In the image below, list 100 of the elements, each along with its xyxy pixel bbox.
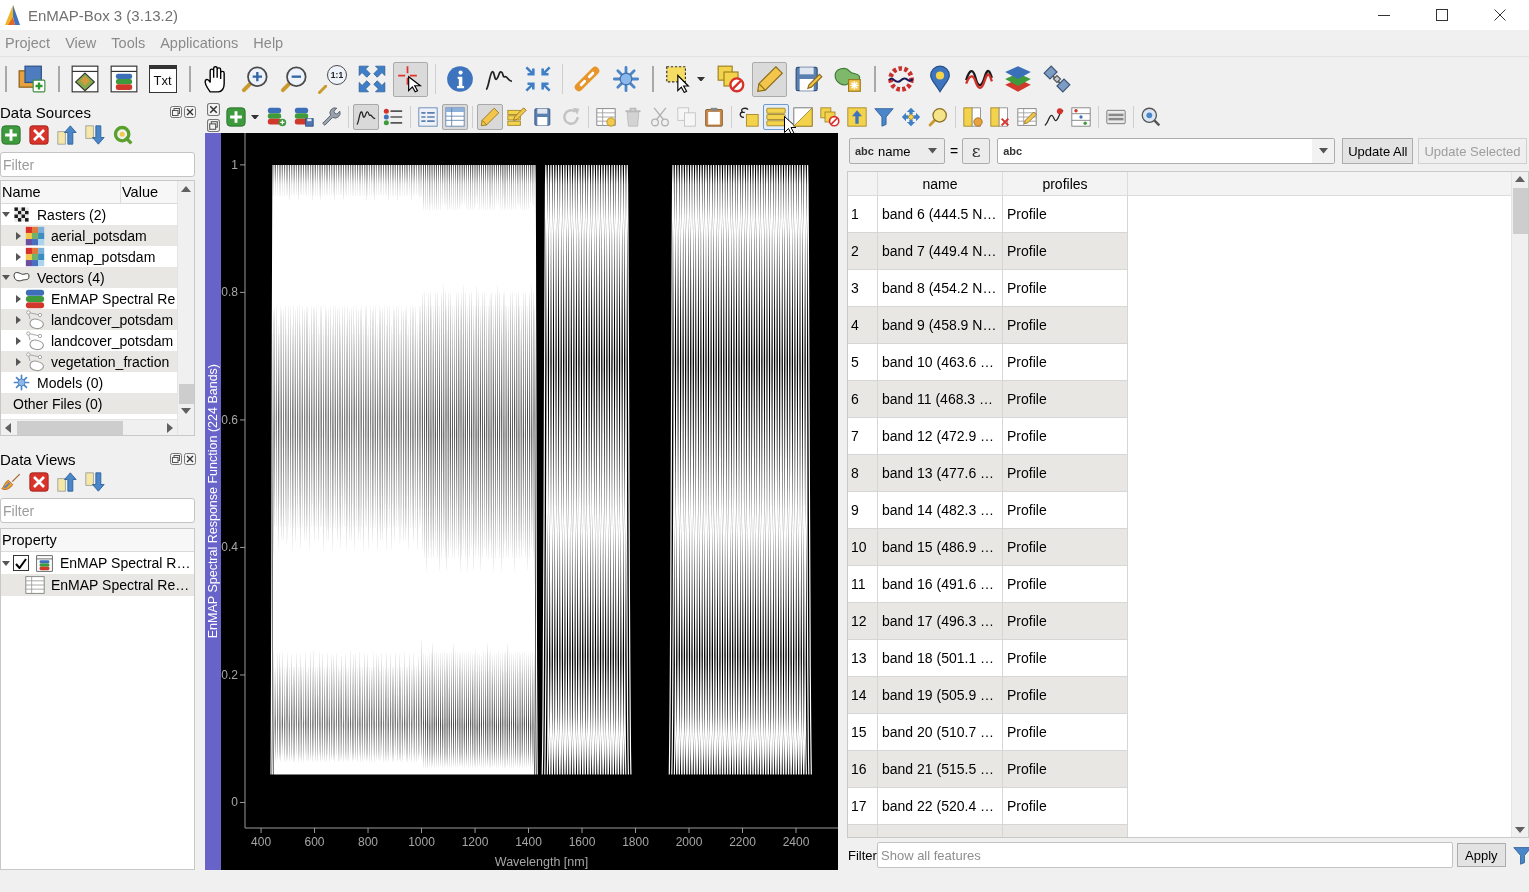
tree-item[interactable]: EnMAP Spectral Re… (1, 574, 194, 596)
table-row[interactable]: 8 band 13 (477.6 … Profile (848, 455, 1128, 492)
table-row[interactable]: 16 band 21 (515.5 … Profile (848, 751, 1128, 788)
float-icon[interactable] (206, 119, 220, 132)
dock-title-bar[interactable]: EnMAP Spectral Response Function (224 Bands) (205, 133, 221, 870)
tree-item[interactable]: aerial_potsdam (1, 225, 177, 246)
row-number[interactable]: 6 (848, 381, 878, 417)
scroll-left-arrow-icon[interactable] (5, 422, 11, 433)
table-row[interactable]: 13 band 18 (501.1 … Profile (848, 640, 1128, 677)
column-header[interactable]: profiles (1003, 172, 1128, 195)
horizontal-scrollbar[interactable] (1, 419, 177, 435)
table-row[interactable]: 14 band 19 (505.9 … Profile (848, 677, 1128, 714)
scrollbar-thumb[interactable] (178, 384, 194, 404)
tree-item[interactable]: Other Files (0) (1, 393, 177, 414)
scrollbar-thumb[interactable] (17, 420, 123, 435)
row-number[interactable]: 4 (848, 307, 878, 343)
toolbar-button[interactable] (393, 61, 428, 97)
row-number[interactable]: 5 (848, 344, 878, 380)
maximize-icon[interactable] (1436, 9, 1448, 21)
field-combo[interactable]: abc name (849, 138, 945, 164)
pencil-icon (479, 107, 500, 127)
move-down-icon[interactable] (85, 125, 105, 145)
scroll-up-arrow-icon[interactable] (1515, 176, 1525, 182)
remove-icon[interactable] (29, 125, 49, 145)
vertical-scrollbar[interactable] (1511, 172, 1528, 837)
paint-brush-icon[interactable] (1, 472, 21, 492)
table-row[interactable]: 6 band 11 (468.3 … Profile (848, 381, 1128, 418)
table-cell: band 11 (468.3 … (878, 381, 1003, 417)
row-number[interactable]: 10 (848, 529, 878, 565)
row-number[interactable]: 15 (848, 714, 878, 750)
table-row[interactable]: 4 band 9 (458.9 N… Profile (848, 307, 1128, 344)
caret-down-icon[interactable] (2, 275, 10, 280)
tree-item-label: enmap_potsdam (51, 248, 156, 265)
table-row[interactable]: 17 band 22 (520.4 … Profile (848, 788, 1128, 825)
caret-down-icon[interactable] (2, 560, 10, 566)
caret-right-icon[interactable] (16, 315, 21, 324)
float-icon[interactable] (170, 106, 182, 118)
table-row[interactable]: 10 band 15 (486.9 … Profile (848, 529, 1128, 566)
toolbar-button[interactable] (352, 104, 379, 130)
row-number[interactable]: 3 (848, 270, 878, 306)
close-icon[interactable] (1494, 9, 1506, 21)
scrollbar-thumb[interactable] (1512, 188, 1528, 234)
funnel-icon[interactable] (1512, 845, 1529, 865)
vertical-scrollbar[interactable] (177, 181, 194, 435)
table-row[interactable]: 11 band 16 (491.6 … Profile (848, 566, 1128, 603)
row-number[interactable]: 13 (848, 640, 878, 676)
column-header[interactable]: Name (1, 181, 121, 203)
scroll-up-arrow-icon[interactable] (181, 186, 191, 192)
value-combo[interactable]: abc (997, 138, 1336, 164)
table-row[interactable]: 12 band 17 (496.3 … Profile (848, 603, 1128, 640)
remove-icon[interactable] (29, 472, 49, 492)
tree-item[interactable]: Vectors (4) (1, 267, 177, 288)
scroll-right-arrow-icon[interactable] (167, 422, 173, 433)
move-down-icon[interactable] (85, 472, 105, 492)
caret-down-icon[interactable] (2, 212, 10, 217)
close-icon[interactable] (206, 103, 220, 116)
scroll-down-arrow-icon[interactable] (181, 408, 191, 414)
row-number[interactable]: 8 (848, 455, 878, 491)
apply-button[interactable]: Apply (1457, 843, 1506, 867)
caret-right-icon[interactable] (16, 336, 21, 345)
filter-field[interactable]: Filter (0, 152, 195, 177)
expression-button[interactable]: ε (962, 138, 991, 164)
update-button[interactable]: Update All (1342, 138, 1414, 164)
close-icon[interactable] (184, 453, 196, 465)
caret-right-icon[interactable] (16, 357, 21, 366)
plus-icon[interactable] (1, 125, 21, 145)
row-number[interactable]: 14 (848, 677, 878, 713)
column-header[interactable]: name (878, 172, 1003, 195)
row-number[interactable]: 17 (848, 788, 878, 824)
caret-right-icon[interactable] (16, 231, 21, 240)
table-row[interactable]: 1 band 6 (444.5 N… Profile (848, 196, 1128, 233)
row-number[interactable]: 7 (848, 418, 878, 454)
row-number[interactable]: 2 (848, 233, 878, 269)
filter-field[interactable]: Show all features (877, 842, 1453, 868)
row-number[interactable]: 12 (848, 603, 878, 639)
row-number[interactable]: 11 (848, 566, 878, 602)
move-up-icon[interactable] (57, 472, 77, 492)
table-row[interactable]: 9 band 14 (482.3 … Profile (848, 492, 1128, 529)
row-number[interactable]: 1 (848, 196, 878, 232)
move-up-icon[interactable] (57, 125, 77, 145)
column-header[interactable]: Property (1, 529, 194, 551)
table-row[interactable]: 5 band 10 (463.6 … Profile (848, 344, 1128, 381)
row-number[interactable]: 16 (848, 751, 878, 787)
row-number[interactable]: 9 (848, 492, 878, 528)
caret-right-icon[interactable] (16, 294, 21, 303)
filter-field[interactable]: Filter (0, 498, 195, 523)
toolbar-button[interactable]: 1:1 (315, 61, 350, 97)
table-row[interactable]: 3 band 8 (454.2 N… Profile (848, 270, 1128, 307)
table-row[interactable]: 15 band 20 (510.7 … Profile (848, 714, 1128, 751)
q-ring-icon[interactable] (113, 125, 133, 145)
table-row[interactable]: 2 band 7 (449.4 N… Profile (848, 233, 1128, 270)
tree-item[interactable]: landcover_potsdam (1, 309, 177, 330)
caret-right-icon[interactable] (16, 252, 21, 261)
table-row[interactable]: 7 band 12 (472.9 … Profile (848, 418, 1128, 455)
float-icon[interactable] (170, 453, 182, 465)
tree-item[interactable]: vegetation_fraction (1, 351, 177, 372)
column-header[interactable]: Value (121, 181, 177, 203)
checkbox[interactable] (13, 555, 29, 571)
close-icon[interactable] (184, 106, 196, 118)
scroll-down-arrow-icon[interactable] (1515, 827, 1525, 833)
